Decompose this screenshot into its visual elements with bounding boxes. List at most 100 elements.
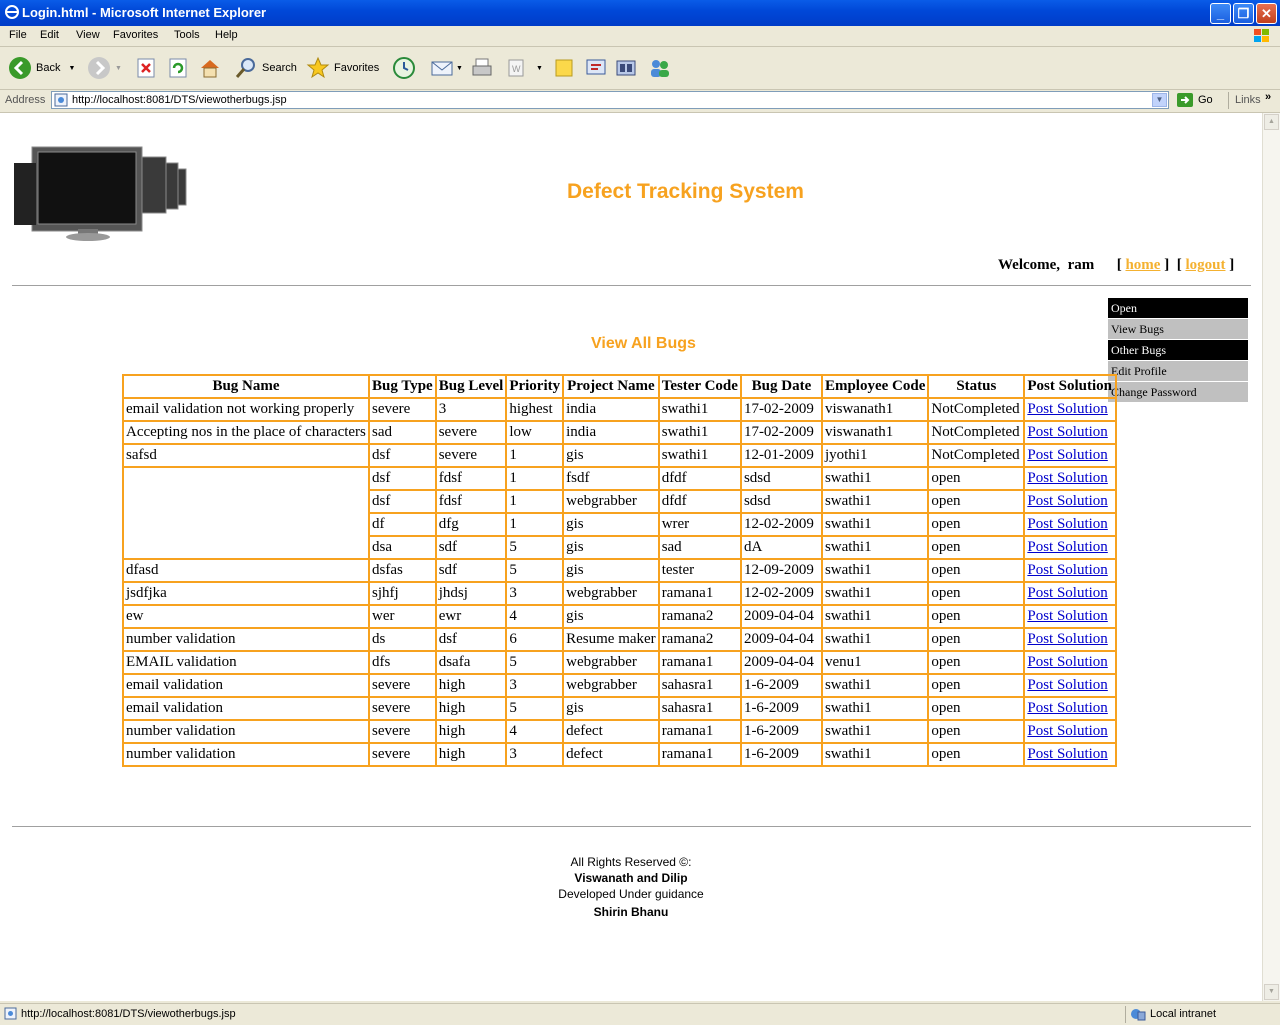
menu-file[interactable]: File (9, 29, 27, 41)
back-arrow-icon (9, 57, 31, 79)
forward-button[interactable]: ▼ (87, 55, 122, 81)
cell-bug-name: dfasd (122, 558, 370, 583)
back-dropdown-icon[interactable]: ▼ (68, 65, 75, 72)
post-solution-link[interactable]: Post Solution (1027, 401, 1107, 417)
windows-logo-icon (1254, 29, 1269, 42)
home-button[interactable] (198, 55, 222, 81)
cell-tester-code: ramana1 (657, 650, 742, 675)
post-solution-link[interactable]: Post Solution (1027, 447, 1107, 463)
cell-post-solution: Post Solution (1023, 466, 1118, 491)
mail-button[interactable]: ▼ (430, 55, 463, 81)
post-solution-link[interactable]: Post Solution (1027, 493, 1107, 509)
window-titlebar[interactable]: Login.html - Microsoft Internet Explorer… (0, 0, 1280, 26)
cell-status: NotCompleted (927, 420, 1026, 445)
cell-bug-type: df (368, 512, 437, 537)
mail-dropdown-icon[interactable]: ▼ (456, 65, 463, 72)
go-button[interactable]: Go (1176, 92, 1213, 108)
logout-link[interactable]: logout (1185, 257, 1225, 273)
cell-status: open (927, 512, 1026, 537)
mail-icon (431, 61, 453, 76)
menu-view[interactable]: View (76, 29, 100, 41)
post-solution-link[interactable]: Post Solution (1027, 585, 1107, 601)
footer-guidance: Developed Under guidance (558, 887, 704, 901)
cell-bug-level: high (434, 719, 508, 744)
cell-tester-code: tester (657, 558, 742, 583)
address-input[interactable]: http://localhost:8081/DTS/viewotherbugs.… (51, 91, 1169, 109)
security-zone: Local intranet (1130, 1007, 1216, 1021)
post-solution-link[interactable]: Post Solution (1027, 539, 1107, 555)
cell-bug-level: severe (434, 443, 508, 468)
cell-bug-level: dsf (434, 627, 508, 652)
minimize-button[interactable]: _ (1210, 3, 1231, 24)
cell-status: open (927, 719, 1026, 744)
header-divider (12, 285, 1251, 286)
cell-bug-date: sdsd (739, 489, 823, 514)
history-button[interactable] (392, 55, 416, 81)
address-dropdown-icon[interactable]: ▼ (1152, 93, 1167, 107)
post-solution-link[interactable]: Post Solution (1027, 470, 1107, 486)
cell-bug-level: fdsf (434, 489, 508, 514)
media-button[interactable] (614, 55, 638, 81)
cell-employee-code: swathi1 (820, 466, 930, 491)
cell-project-name: gis (562, 443, 660, 468)
cell-bug-level: severe (434, 420, 508, 445)
back-button[interactable]: Back ▼ (8, 55, 75, 81)
post-solution-link[interactable]: Post Solution (1027, 424, 1107, 440)
menu-item-change-password[interactable]: Change Password (1108, 382, 1248, 402)
post-solution-link[interactable]: Post Solution (1027, 654, 1107, 670)
vertical-scrollbar[interactable]: ▲ ▼ (1262, 113, 1280, 1001)
cell-bug-name: email validation (122, 696, 370, 721)
post-solution-link[interactable]: Post Solution (1027, 723, 1107, 739)
refresh-button[interactable] (166, 55, 190, 81)
cell-priority: 3 (505, 742, 565, 767)
menu-item-other-bugs[interactable]: Other Bugs (1108, 340, 1248, 360)
cell-status: open (927, 673, 1026, 698)
scroll-up-icon[interactable]: ▲ (1264, 114, 1279, 130)
close-button[interactable]: ✕ (1256, 3, 1277, 24)
post-solution-link[interactable]: Post Solution (1027, 516, 1107, 532)
post-solution-link[interactable]: Post Solution (1027, 746, 1107, 762)
forward-dropdown-icon[interactable]: ▼ (115, 65, 122, 72)
links-chevron-icon[interactable]: » (1265, 91, 1271, 103)
cell-employee-code: swathi1 (820, 742, 930, 767)
menu-favorites[interactable]: Favorites (113, 29, 158, 41)
scroll-down-icon[interactable]: ▼ (1264, 984, 1279, 1000)
post-solution-link[interactable]: Post Solution (1027, 700, 1107, 716)
cell-bug-type: wer (368, 604, 437, 629)
print-button[interactable] (470, 55, 494, 81)
home-icon (201, 60, 219, 78)
menu-edit[interactable]: Edit (40, 29, 59, 41)
cell-post-solution: Post Solution (1023, 397, 1118, 422)
favorites-button[interactable]: Favorites (306, 55, 379, 81)
bugs-table: Bug Name Bug Type Bug Level Priority Pro… (122, 374, 1118, 767)
toolbar: Back ▼ ▼ Search Favorites ▼ W ▼ (0, 47, 1280, 90)
post-solution-link[interactable]: Post Solution (1027, 608, 1107, 624)
menu-tools[interactable]: Tools (174, 29, 200, 41)
cell-bug-type: severe (368, 742, 437, 767)
menu-help[interactable]: Help (215, 29, 238, 41)
cell-bug-level: high (434, 742, 508, 767)
cell-tester-code: sahasra1 (657, 673, 742, 698)
stop-button[interactable] (134, 55, 158, 81)
discuss-button[interactable] (552, 55, 576, 81)
cell-tester-code: ramana1 (657, 581, 742, 606)
home-link[interactable]: home (1125, 257, 1160, 273)
messenger-button[interactable] (584, 55, 608, 81)
cell-employee-code: swathi1 (820, 535, 930, 560)
links-button[interactable]: Links (1235, 94, 1261, 106)
menu-item-view-bugs[interactable]: View Bugs (1108, 319, 1248, 339)
users-button[interactable] (648, 55, 672, 81)
search-button[interactable]: Search (234, 55, 297, 81)
menu-item-open[interactable]: Open (1108, 298, 1248, 318)
cell-tester-code: ramana2 (657, 627, 742, 652)
post-solution-link[interactable]: Post Solution (1027, 562, 1107, 578)
cell-priority: 1 (505, 512, 565, 537)
edit-dropdown-icon[interactable]: ▼ (536, 65, 543, 72)
print-icon (472, 58, 492, 76)
post-solution-link[interactable]: Post Solution (1027, 631, 1107, 647)
table-row: email validation not working properly sev… (122, 397, 1118, 422)
menu-item-edit-profile[interactable]: Edit Profile (1108, 361, 1248, 381)
edit-button[interactable]: W ▼ (504, 55, 543, 81)
post-solution-link[interactable]: Post Solution (1027, 677, 1107, 693)
maximize-button[interactable]: ❐ (1233, 3, 1254, 24)
